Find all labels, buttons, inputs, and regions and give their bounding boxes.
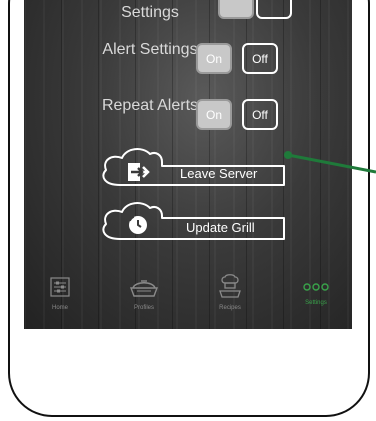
grill-icon [129,280,159,297]
repeat-off-toggle[interactable]: Off [242,99,278,130]
more-icon [303,283,329,291]
repeat-on-toggle[interactable]: On [196,99,232,130]
alert-off-toggle[interactable]: Off [242,43,278,74]
update-grill-button[interactable]: Update Grill [98,198,288,242]
settings-on-toggle[interactable] [218,0,254,19]
exit-door-icon [126,162,152,182]
tab-recipes[interactable]: Recipes [200,274,260,311]
history-clock-icon [126,213,150,237]
repeat-alerts-label: Repeat Alerts [101,97,199,114]
leave-server-button[interactable]: Leave Server [98,146,288,188]
settings-off-toggle[interactable] [256,0,292,19]
tab-recipes-label: Recipes [219,305,241,311]
alert-on-toggle[interactable]: On [196,43,232,74]
tab-home[interactable]: Home [30,276,90,311]
leave-server-label: Leave Server [180,166,258,181]
tab-profiles[interactable]: Profiles [114,276,174,311]
tab-home-label: Home [51,305,68,311]
settings-row-label: Settings [121,4,179,21]
tab-settings-label: Settings [305,300,327,306]
home-sliders-icon [50,277,70,297]
chef-icon [219,274,241,298]
update-grill-label: Update Grill [186,220,255,235]
tab-profiles-label: Profiles [133,305,154,311]
app-screen: Settings Alert Settings On Off Repeat Al… [24,0,352,329]
alert-settings-label: Alert Settings [102,41,198,58]
tab-settings[interactable]: Settings [286,280,346,306]
